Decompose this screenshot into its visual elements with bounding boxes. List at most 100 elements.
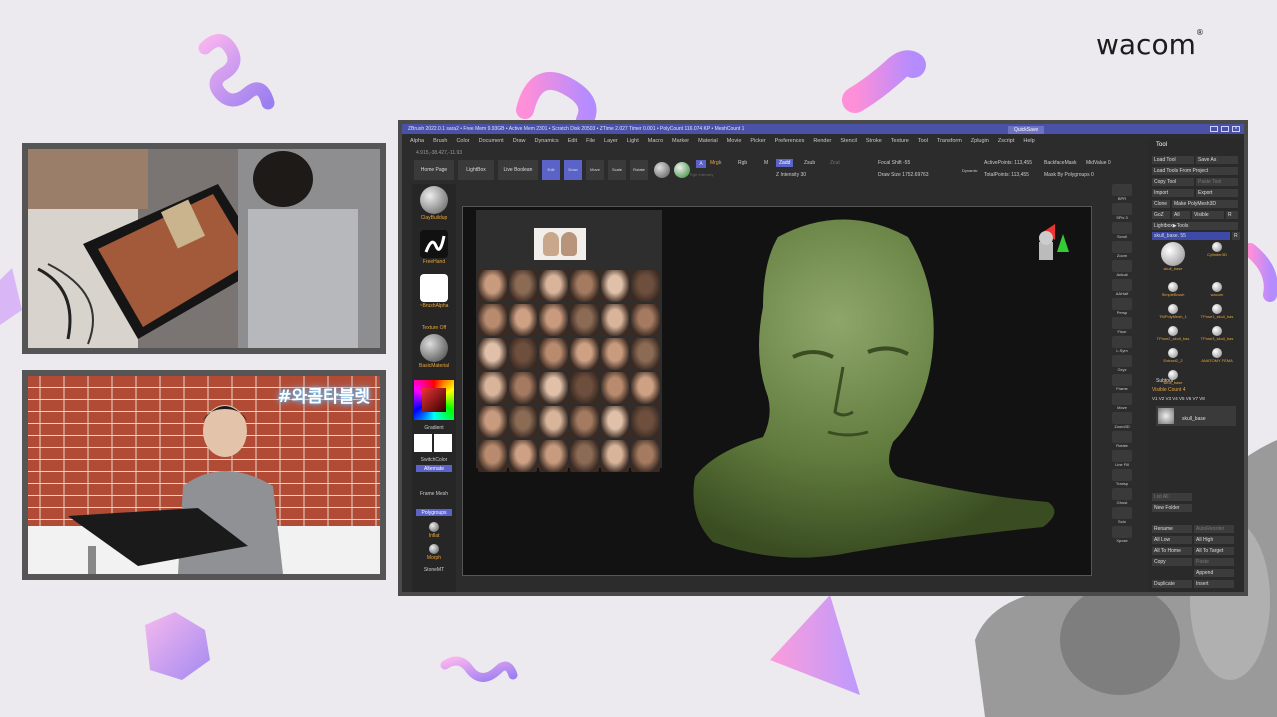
focal-shift-slider[interactable]: Focal Shift -55 <box>878 160 910 166</box>
view-shelf-button[interactable]: Solo <box>1108 507 1136 524</box>
menu-item[interactable]: Tool <box>918 138 928 144</box>
visible-count-slider[interactable]: Visible Count 4 <box>1152 387 1186 393</box>
reference-face-thumbnail[interactable] <box>600 406 630 438</box>
paste-button[interactable]: Paste <box>1194 558 1234 566</box>
reference-face-thumbnail[interactable] <box>539 406 568 438</box>
autoreorder-button[interactable]: AutoReorder <box>1194 525 1234 533</box>
menu-item[interactable]: Light <box>627 138 639 144</box>
menu-item[interactable]: Marker <box>672 138 689 144</box>
all-high-button[interactable]: All High <box>1194 536 1234 544</box>
load-tools-from-project-button[interactable]: Load Tools From Project <box>1152 167 1238 175</box>
z-intensity-slider[interactable]: Z Intensity 30 <box>776 172 806 178</box>
rename-button[interactable]: Rename <box>1152 525 1192 533</box>
reference-face-thumbnail[interactable] <box>631 304 660 336</box>
lightbox-tools-button[interactable]: Lightbox▶Tools <box>1152 222 1238 230</box>
menu-item[interactable]: Stencil <box>840 138 857 144</box>
mrgb-toggle[interactable]: Mrgb <box>710 160 721 166</box>
reference-face-thumbnail[interactable] <box>631 338 660 370</box>
alternate-button[interactable]: Alternate <box>416 465 452 472</box>
morph-brush-button[interactable]: Morph <box>416 544 452 561</box>
copy-tool-button[interactable]: Copy Tool <box>1152 178 1194 186</box>
menu-item[interactable]: Color <box>456 138 469 144</box>
reference-face-thumbnail[interactable] <box>600 338 630 370</box>
tool-thumbnail[interactable]: Cylinder3D <box>1196 242 1238 262</box>
menu-item[interactable]: Macro <box>648 138 663 144</box>
visible-button[interactable]: Visible <box>1192 211 1224 219</box>
subtool-header[interactable]: Subtool <box>1156 378 1173 384</box>
all-to-home-button[interactable]: All To Home <box>1152 547 1192 555</box>
view-shelf-button[interactable]: Persp <box>1108 298 1136 315</box>
view-shelf-button[interactable]: BPR <box>1108 184 1136 201</box>
reference-face-thumbnail[interactable] <box>631 406 660 438</box>
reference-face-thumbnail[interactable] <box>600 372 630 404</box>
duplicate-button[interactable]: Duplicate <box>1152 580 1192 588</box>
all-to-target-button[interactable]: All To Target <box>1194 547 1234 555</box>
import-button[interactable]: Import <box>1152 189 1194 197</box>
reference-face-thumbnail[interactable] <box>631 372 660 404</box>
inflat-brush-button[interactable]: Inflat <box>416 522 452 539</box>
reference-face-thumbnail[interactable] <box>600 304 630 336</box>
paste-tool-button[interactable]: Paste Tool <box>1196 178 1238 186</box>
reference-face-thumbnail[interactable] <box>478 372 507 404</box>
goz-button[interactable]: GoZ <box>1152 211 1170 219</box>
view-shelf-button[interactable]: Floor <box>1108 317 1136 334</box>
menu-item[interactable]: Material <box>698 138 718 144</box>
backface-mask-toggle[interactable]: BackfaceMask <box>1044 160 1077 166</box>
reference-face-thumbnail[interactable] <box>508 406 538 438</box>
menu-item[interactable]: Document <box>479 138 504 144</box>
material-button[interactable]: BasicMaterial <box>416 334 452 369</box>
menu-item[interactable]: Picker <box>750 138 765 144</box>
close-icon[interactable]: × <box>1232 126 1240 132</box>
menu-item[interactable]: Help <box>1023 138 1034 144</box>
all-low-button[interactable]: All Low <box>1152 536 1192 544</box>
reference-face-thumbnail[interactable] <box>508 304 538 336</box>
color-sphere-icon[interactable] <box>674 162 690 178</box>
a-toggle[interactable]: A <box>696 160 706 168</box>
reference-face-thumbnail[interactable] <box>600 270 630 302</box>
insert-button[interactable]: Insert <box>1194 580 1234 588</box>
r-button[interactable]: R <box>1226 211 1238 219</box>
menu-item[interactable]: File <box>586 138 595 144</box>
material-sphere-icon[interactable] <box>654 162 670 178</box>
tool-thumbnail[interactable]: wacom <box>1196 282 1238 302</box>
view-shelf-button[interactable]: Move <box>1108 393 1136 410</box>
menu-item[interactable]: Brush <box>433 138 447 144</box>
reference-face-thumbnail[interactable] <box>508 440 538 472</box>
main-color-swatch[interactable] <box>414 434 432 452</box>
brush-alpha-button[interactable]: ~BrushAlpha <box>416 274 452 309</box>
menu-item[interactable]: Zscript <box>998 138 1015 144</box>
frame-mesh-button[interactable]: Frame Mesh <box>416 490 452 497</box>
reference-face-thumbnail[interactable] <box>508 270 538 302</box>
tool-thumbnail[interactable]: Extract2_2 <box>1152 348 1194 368</box>
reference-face-thumbnail[interactable] <box>539 372 568 404</box>
make-polymesh-button[interactable]: Make PolyMesh3D <box>1172 200 1238 208</box>
reference-face-thumbnail[interactable] <box>478 304 507 336</box>
clone-button[interactable]: Clone <box>1152 200 1170 208</box>
reference-thumbnail-top[interactable] <box>534 228 586 260</box>
reference-face-thumbnail[interactable] <box>508 338 538 370</box>
scale-button[interactable]: Scale <box>608 160 626 180</box>
new-folder-button[interactable]: New Folder <box>1152 504 1192 512</box>
reference-face-thumbnail[interactable] <box>508 372 538 404</box>
zadd-toggle[interactable]: Zadd <box>776 159 794 167</box>
reference-face-thumbnail[interactable] <box>569 372 599 404</box>
view-shelf-button[interactable]: L.Sym <box>1108 336 1136 353</box>
reference-face-thumbnail[interactable] <box>478 338 507 370</box>
rotate-button[interactable]: Rotate <box>630 160 648 180</box>
current-tool-slider[interactable]: skull_base. 55 <box>1152 232 1230 240</box>
draw-size-slider[interactable]: Draw Size 1752.69763 <box>878 172 929 178</box>
draw-button[interactable]: Draw <box>564 160 582 180</box>
reference-face-thumbnail[interactable] <box>569 406 599 438</box>
reference-image-panel[interactable] <box>476 210 662 472</box>
minimize-icon[interactable] <box>1210 126 1218 132</box>
subtool-list-item[interactable]: skull_base <box>1156 406 1236 426</box>
menu-item[interactable]: Preferences <box>775 138 805 144</box>
view-shelf-button[interactable]: AAHalf <box>1108 279 1136 296</box>
copy-button[interactable]: Copy <box>1152 558 1192 566</box>
color-picker[interactable] <box>414 380 454 420</box>
tool-thumbnail[interactable]: TPose2_skull_bas <box>1152 326 1194 346</box>
tool-thumbnail[interactable]: TMPolyMesh_1 <box>1152 304 1194 324</box>
save-as-button[interactable]: Save As <box>1196 156 1238 164</box>
view-shelf-button[interactable]: Scroll <box>1108 222 1136 239</box>
tool-thumbnail[interactable]: SimpleBrush <box>1152 282 1194 302</box>
